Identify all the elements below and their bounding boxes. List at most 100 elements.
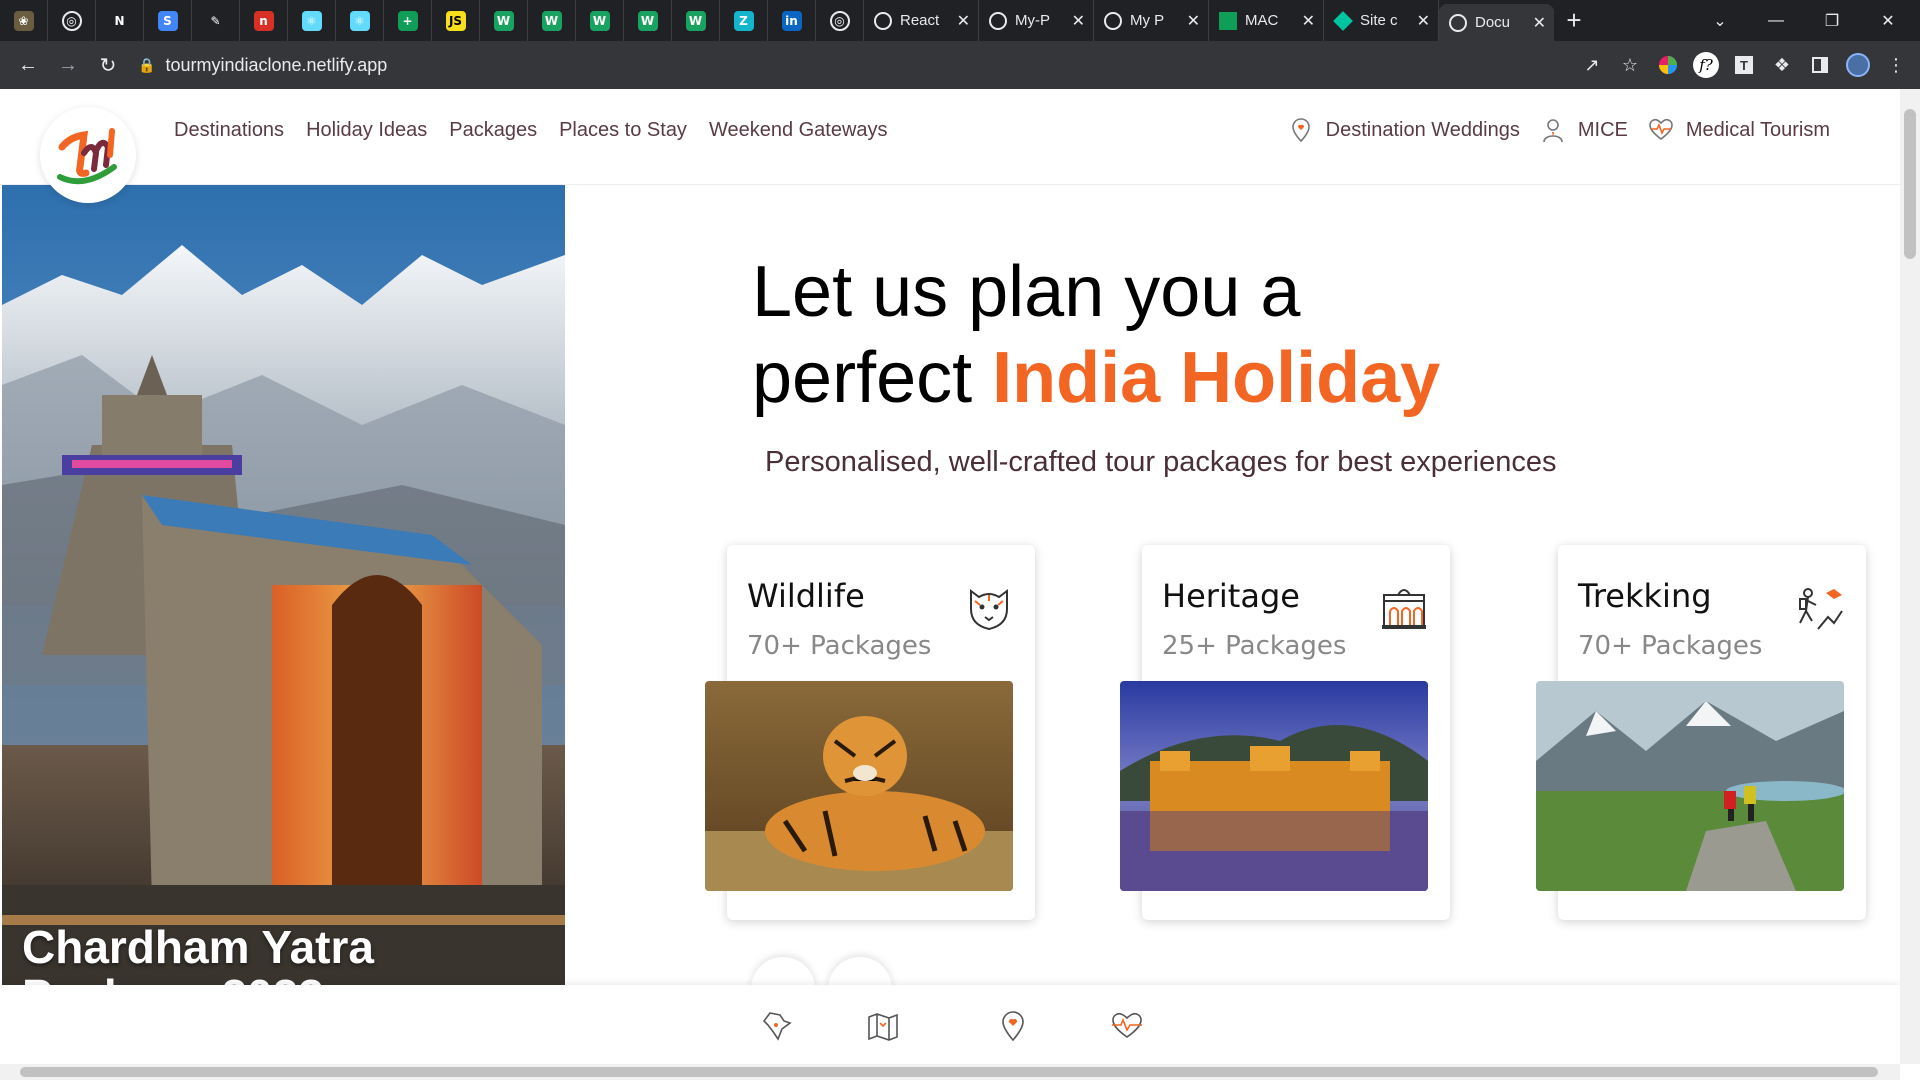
close-tab-icon[interactable]: ✕	[1302, 11, 1315, 31]
pinned-tab[interactable]: ◎	[48, 0, 96, 41]
horizontal-scrollbar[interactable]	[0, 1064, 1900, 1080]
globe-icon: ◎	[61, 10, 82, 31]
pinned-tab[interactable]: Z	[720, 0, 768, 41]
pinned-tab[interactable]: W	[576, 0, 624, 41]
nav-destinations[interactable]: Destinations	[174, 119, 284, 142]
tab-search-icon[interactable]: ⌄	[1692, 0, 1748, 41]
pinned-tab[interactable]: JS	[432, 0, 480, 41]
browser-tab-title: Docu	[1475, 14, 1511, 31]
browser-tab-title: My-P	[1015, 12, 1050, 29]
pinned-tab[interactable]: W	[528, 0, 576, 41]
hero-caption-title: Chardham Yatra	[22, 921, 374, 973]
back-icon[interactable]: ←	[8, 45, 48, 85]
map-icon[interactable]	[866, 1009, 900, 1043]
browser-tab[interactable]: Site c ✕	[1324, 0, 1439, 41]
nav-holiday-ideas[interactable]: Holiday Ideas	[306, 119, 427, 142]
nav-medical-tourism[interactable]: Medical Tourism	[1648, 117, 1830, 143]
browser-tab[interactable]: My-P ✕	[979, 0, 1094, 41]
location-pin-icon[interactable]	[996, 1009, 1030, 1043]
browser-tab[interactable]: Docu ✕	[1439, 4, 1554, 41]
nav-mice-label: MICE	[1577, 118, 1628, 141]
github-icon	[989, 11, 1007, 30]
font-extension-icon[interactable]: f?	[1690, 49, 1722, 81]
swirl-icon: S	[157, 10, 178, 31]
headline-line1: Let us plan you a	[752, 252, 1301, 332]
color-wheel-extension-icon[interactable]	[1652, 49, 1684, 81]
category-card-heritage[interactable]: Heritage 25+ Packages	[1120, 545, 1450, 920]
zigzag-icon: Z	[733, 10, 754, 31]
category-card-trekking[interactable]: Trekking 70+ Packages	[1536, 545, 1866, 920]
n-red-icon: n	[253, 10, 274, 31]
heart-pulse-icon	[1649, 118, 1673, 141]
horizontal-scrollbar-thumb[interactable]	[20, 1067, 1878, 1077]
primary-nav: Destinations Holiday Ideas Packages Plac…	[174, 119, 888, 142]
pinned-tab[interactable]: in	[768, 0, 816, 41]
nav-places-to-stay[interactable]: Places to Stay	[559, 119, 687, 142]
text-extension-icon[interactable]: T	[1728, 49, 1760, 81]
extensions-puzzle-icon[interactable]: ❖	[1766, 49, 1798, 81]
extension-icon: ❀	[13, 10, 34, 31]
w-icon: W	[541, 10, 562, 31]
browser-tab[interactable]: My P ✕	[1094, 0, 1209, 41]
hero-subheadline: Personalised, well-crafted tour packages…	[765, 446, 1557, 478]
close-tab-icon[interactable]: ✕	[1187, 11, 1200, 31]
pinned-tab[interactable]: W	[624, 0, 672, 41]
reload-icon[interactable]: ↻	[88, 45, 128, 85]
pinned-tab[interactable]: ✎	[192, 0, 240, 41]
js-icon: JS	[445, 10, 466, 31]
pinned-tab[interactable]: n	[240, 0, 288, 41]
pinned-tab[interactable]: +	[384, 0, 432, 41]
bookmark-star-icon[interactable]: ☆	[1614, 49, 1646, 81]
hero-banner-image[interactable]	[2, 185, 565, 985]
globe-icon	[1449, 13, 1467, 32]
browser-tab[interactable]: React ✕	[864, 0, 979, 41]
pinned-tab[interactable]: N	[96, 0, 144, 41]
bottom-icon-bar	[0, 985, 1900, 1065]
share-icon[interactable]: ↗	[1576, 49, 1608, 81]
react-icon: ⚛	[301, 10, 322, 31]
hiker-icon	[1799, 588, 1843, 630]
pinned-tab[interactable]: S	[144, 0, 192, 41]
india-map-icon[interactable]	[760, 1009, 794, 1043]
w-icon: W	[637, 10, 658, 31]
palace-icon	[1382, 589, 1426, 629]
minimize-icon[interactable]: —	[1748, 0, 1804, 41]
profile-avatar[interactable]	[1842, 49, 1874, 81]
nav-packages[interactable]: Packages	[449, 119, 537, 142]
close-tab-icon[interactable]: ✕	[1417, 11, 1430, 31]
close-tab-icon[interactable]: ✕	[1072, 11, 1085, 31]
vertical-scrollbar[interactable]	[1900, 89, 1920, 1064]
restore-icon[interactable]: ❐	[1804, 0, 1860, 41]
pinned-tab[interactable]: ⚛	[288, 0, 336, 41]
forward-icon[interactable]: →	[48, 45, 88, 85]
new-tab-icon[interactable]: +	[1554, 0, 1594, 41]
vertical-scrollbar-thumb[interactable]	[1904, 109, 1916, 259]
diamond-icon	[1333, 10, 1353, 31]
nav-weekend-gateways[interactable]: Weekend Gateways	[709, 119, 888, 142]
temple-mountain-photo	[2, 185, 565, 985]
pinned-tab[interactable]: ⚛	[336, 0, 384, 41]
close-window-icon[interactable]: ✕	[1860, 0, 1916, 41]
card-photo-palace	[1120, 681, 1428, 891]
menu-kebab-icon[interactable]: ⋮	[1880, 49, 1912, 81]
pinned-tab[interactable]: W	[672, 0, 720, 41]
browser-tab[interactable]: MAC ✕	[1209, 0, 1324, 41]
sidepanel-icon[interactable]	[1804, 49, 1836, 81]
sheets-icon: +	[397, 10, 418, 31]
nav-destination-weddings[interactable]: Destination Weddings	[1288, 117, 1520, 143]
hero-headline: Let us plan you a perfect India Holiday	[752, 249, 1440, 421]
address-bar[interactable]: 🔒 tourmyindiaclone.netlify.app	[138, 47, 1578, 83]
card-photo-trek	[1536, 681, 1844, 891]
close-tab-icon[interactable]: ✕	[1533, 13, 1546, 33]
close-tab-icon[interactable]: ✕	[957, 11, 970, 31]
card-photo-tiger	[705, 681, 1013, 891]
heart-pulse-icon[interactable]	[1110, 1009, 1144, 1043]
pinned-tab[interactable]: ◎	[816, 0, 864, 41]
card-subtitle: 70+ Packages	[1578, 631, 1763, 661]
card-title: Trekking	[1578, 577, 1712, 615]
pinned-tab[interactable]: ❀	[0, 0, 48, 41]
category-card-wildlife[interactable]: Wildlife 70+ Packages	[705, 545, 1035, 920]
nav-mice[interactable]: MICE	[1540, 117, 1628, 143]
pinned-tab[interactable]: W	[480, 0, 528, 41]
site-logo[interactable]	[40, 107, 136, 203]
